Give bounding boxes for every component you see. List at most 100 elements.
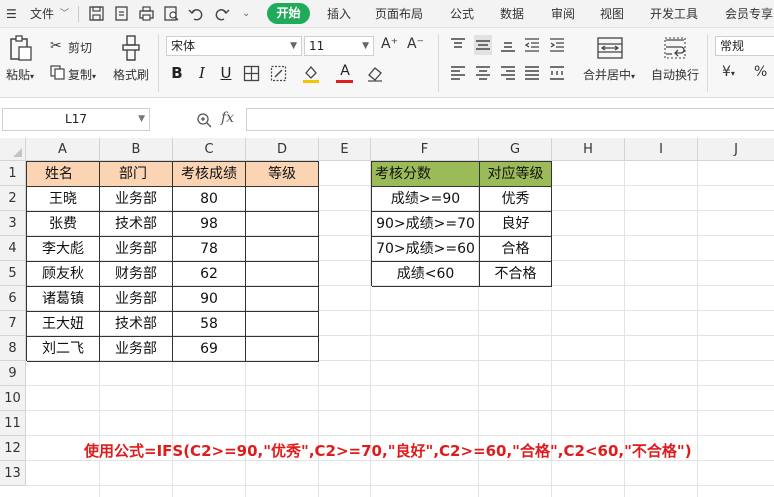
table-cell-grade[interactable] bbox=[246, 337, 319, 362]
row-header-4[interactable]: 4 bbox=[0, 236, 26, 261]
lookup-header-score[interactable]: 考核分数 bbox=[372, 162, 480, 187]
print-preview-icon[interactable] bbox=[163, 5, 180, 22]
column-header-j[interactable]: J bbox=[698, 138, 774, 161]
table-cell-dept[interactable]: 业务部 bbox=[100, 187, 173, 212]
row-header-2[interactable]: 2 bbox=[0, 186, 26, 211]
table-cell-name[interactable]: 王大妞 bbox=[27, 312, 100, 337]
row-header-12[interactable]: 12 bbox=[0, 436, 26, 461]
column-header-g[interactable]: G bbox=[479, 138, 552, 161]
font-name-select[interactable]: 宋体 ▼ bbox=[166, 36, 302, 56]
table-cell-dept[interactable]: 业务部 bbox=[100, 237, 173, 262]
select-all-corner[interactable] bbox=[0, 138, 26, 161]
table-header-grade[interactable]: 等级 bbox=[246, 162, 319, 187]
align-center-icon[interactable] bbox=[475, 66, 491, 80]
lookup-cell-condition[interactable]: 成绩>=90 bbox=[372, 187, 480, 212]
lookup-cell-condition[interactable]: 90>成绩>=70 bbox=[372, 212, 480, 237]
function-icon[interactable]: fx bbox=[221, 110, 234, 126]
undo-icon[interactable] bbox=[188, 5, 205, 22]
table-cell-grade[interactable] bbox=[246, 212, 319, 237]
lookup-cell-grade[interactable]: 良好 bbox=[480, 212, 552, 237]
file-menu[interactable]: 文件 bbox=[30, 0, 54, 28]
tab-data[interactable]: 数据 bbox=[500, 0, 524, 28]
column-header-i[interactable]: I bbox=[625, 138, 698, 161]
clear-format-icon[interactable] bbox=[366, 65, 384, 82]
currency-button[interactable]: ¥▾ bbox=[722, 64, 735, 80]
fill-color-icon[interactable] bbox=[302, 64, 320, 83]
copy-icon[interactable] bbox=[50, 65, 65, 80]
scissors-icon[interactable]: ✂ bbox=[50, 38, 62, 54]
decrease-indent-icon[interactable] bbox=[524, 38, 540, 52]
borders-icon[interactable] bbox=[243, 65, 260, 82]
bold-icon[interactable]: B bbox=[168, 64, 186, 82]
table-cell-name[interactable]: 刘二飞 bbox=[27, 337, 100, 362]
underline-icon[interactable]: U bbox=[217, 64, 235, 82]
align-middle-icon[interactable] bbox=[474, 35, 492, 55]
column-header-b[interactable]: B bbox=[100, 138, 173, 161]
wrap-text-button[interactable]: 自动换行 bbox=[651, 66, 699, 83]
formula-input[interactable] bbox=[246, 108, 774, 131]
align-top-icon[interactable] bbox=[450, 38, 466, 52]
increase-font-button[interactable]: A⁺ bbox=[381, 36, 398, 52]
align-bottom-icon[interactable] bbox=[500, 38, 516, 52]
table-cell-dept[interactable]: 技术部 bbox=[100, 312, 173, 337]
format-painter-button[interactable]: 格式刷 bbox=[113, 66, 149, 83]
print-icon[interactable] bbox=[138, 5, 155, 22]
table-header-score[interactable]: 考核成绩 bbox=[173, 162, 246, 187]
table-cell-score[interactable]: 98 bbox=[173, 212, 246, 237]
lookup-cell-condition[interactable]: 70>成绩>=60 bbox=[372, 237, 480, 262]
table-cell-name[interactable]: 王晓 bbox=[27, 187, 100, 212]
tab-developer[interactable]: 开发工具 bbox=[650, 0, 698, 28]
table-cell-name[interactable]: 诸葛镇 bbox=[27, 287, 100, 312]
chevron-down-icon[interactable]: ﹀ bbox=[60, 0, 69, 28]
column-header-d[interactable]: D bbox=[246, 138, 319, 161]
row-header-11[interactable]: 11 bbox=[0, 411, 26, 436]
table-cell-score[interactable]: 80 bbox=[173, 187, 246, 212]
number-format-select[interactable]: 常规 bbox=[715, 36, 774, 56]
wrap-text-icon[interactable] bbox=[664, 37, 686, 59]
table-cell-grade[interactable] bbox=[246, 187, 319, 212]
align-left-icon[interactable] bbox=[450, 66, 466, 80]
align-right-icon[interactable] bbox=[500, 66, 516, 80]
table-cell-dept[interactable]: 财务部 bbox=[100, 262, 173, 287]
cut-button[interactable]: 剪切 bbox=[68, 39, 92, 56]
lookup-cell-grade[interactable]: 合格 bbox=[480, 237, 552, 262]
table-header-dept[interactable]: 部门 bbox=[100, 162, 173, 187]
table-cell-grade[interactable] bbox=[246, 312, 319, 337]
name-box[interactable]: L17 ▼ bbox=[2, 108, 150, 131]
tab-formulas[interactable]: 公式 bbox=[450, 0, 474, 28]
increase-indent-icon[interactable] bbox=[549, 38, 565, 52]
justify-icon[interactable] bbox=[524, 66, 540, 80]
tab-view[interactable]: 视图 bbox=[600, 0, 624, 28]
tab-home[interactable]: 开始 bbox=[267, 3, 310, 24]
table-cell-score[interactable]: 69 bbox=[173, 337, 246, 362]
lookup-cell-grade[interactable]: 不合格 bbox=[480, 262, 552, 287]
column-header-a[interactable]: A bbox=[26, 138, 100, 161]
table-cell-grade[interactable] bbox=[246, 237, 319, 262]
hamburger-icon[interactable]: ☰ bbox=[6, 0, 17, 28]
table-cell-grade[interactable] bbox=[246, 262, 319, 287]
export-pdf-icon[interactable] bbox=[113, 5, 130, 22]
paste-icon[interactable] bbox=[8, 34, 34, 62]
row-header-6[interactable]: 6 bbox=[0, 286, 26, 311]
column-header-f[interactable]: F bbox=[371, 138, 479, 161]
row-header-5[interactable]: 5 bbox=[0, 261, 26, 286]
italic-icon[interactable]: I bbox=[193, 64, 211, 82]
tab-member[interactable]: 会员专享 bbox=[725, 0, 773, 28]
percent-icon[interactable]: % bbox=[754, 64, 767, 80]
lookup-cell-grade[interactable]: 优秀 bbox=[480, 187, 552, 212]
table-cell-score[interactable]: 90 bbox=[173, 287, 246, 312]
tab-page-layout[interactable]: 页面布局 bbox=[375, 0, 423, 28]
distributed-align-icon[interactable] bbox=[549, 66, 565, 80]
row-header-10[interactable]: 10 bbox=[0, 386, 26, 411]
font-color-icon[interactable]: A bbox=[336, 62, 354, 80]
table-cell-name[interactable]: 张费 bbox=[27, 212, 100, 237]
zoom-icon[interactable] bbox=[196, 112, 212, 128]
table-cell-name[interactable]: 李大彪 bbox=[27, 237, 100, 262]
row-header-3[interactable]: 3 bbox=[0, 211, 26, 236]
table-header-name[interactable]: 姓名 bbox=[27, 162, 100, 187]
lookup-header-grade[interactable]: 对应等级 bbox=[480, 162, 552, 187]
table-cell-score[interactable]: 62 bbox=[173, 262, 246, 287]
merge-center-button[interactable]: 合并居中▾ bbox=[583, 66, 635, 83]
format-painter-icon[interactable] bbox=[120, 34, 142, 62]
row-header-8[interactable]: 8 bbox=[0, 336, 26, 361]
